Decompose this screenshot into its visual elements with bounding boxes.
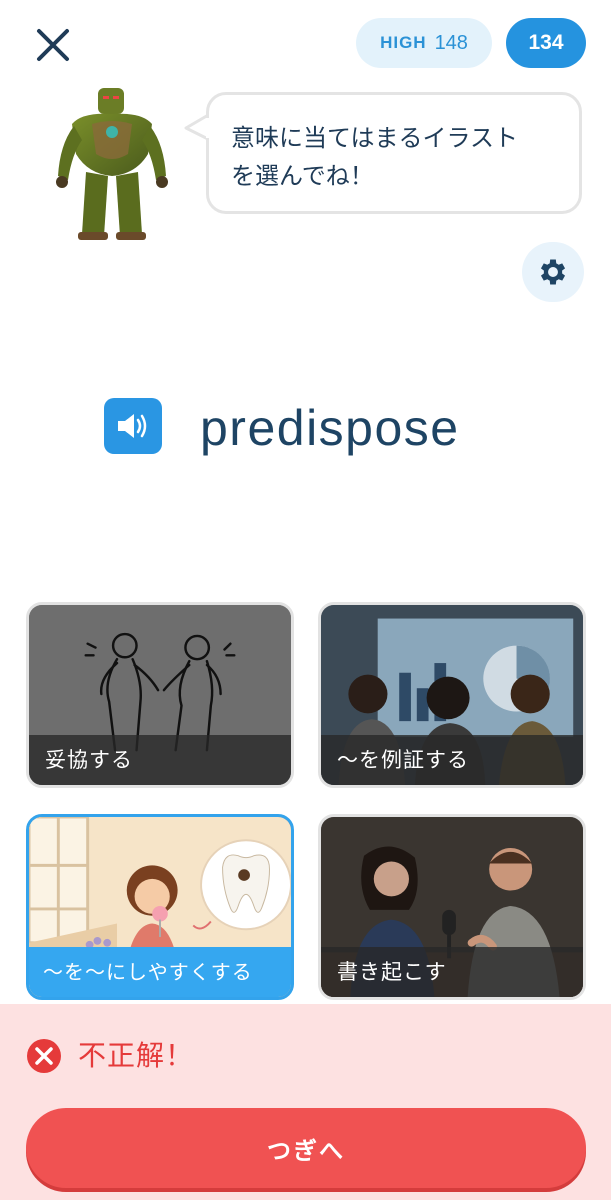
pronunciation-button[interactable] xyxy=(104,398,162,454)
close-icon xyxy=(37,29,69,61)
choice-card-4[interactable]: 書き起こす xyxy=(318,814,586,1000)
high-score-label: HIGH xyxy=(380,33,427,52)
result-text: 不正解！ xyxy=(78,1039,195,1072)
choice-label: ～を～にしやすくする xyxy=(29,947,291,997)
speech-text: 意味に当てはまるイラスト を選んでね！ xyxy=(231,124,519,190)
choice-label: 書き起こす xyxy=(321,947,583,997)
high-score-badge: HIGH 148 xyxy=(356,18,492,68)
target-word: predispose xyxy=(200,400,460,456)
choice-card-2[interactable]: ～を例証する xyxy=(318,602,586,788)
gear-icon xyxy=(540,259,566,285)
x-circle-icon xyxy=(27,1039,61,1073)
high-score-value: 148 xyxy=(434,31,468,54)
settings-button[interactable] xyxy=(522,242,584,302)
next-button[interactable]: つぎへ xyxy=(26,1108,586,1188)
choice-label: ～を例証する xyxy=(321,735,583,785)
choice-card-3[interactable]: ～を～にしやすくする xyxy=(26,814,294,1000)
choice-label: 妥協する xyxy=(29,735,291,785)
choice-card-1[interactable]: 妥協する xyxy=(26,602,294,788)
speech-bubble: 意味に当てはまるイラスト を選んでね！ xyxy=(206,92,582,214)
speaker-icon xyxy=(118,414,147,438)
current-score-badge: 134 xyxy=(506,18,586,68)
character-avatar xyxy=(56,88,168,240)
bubble-tail-joint xyxy=(206,118,211,138)
close-button[interactable] xyxy=(30,22,76,68)
